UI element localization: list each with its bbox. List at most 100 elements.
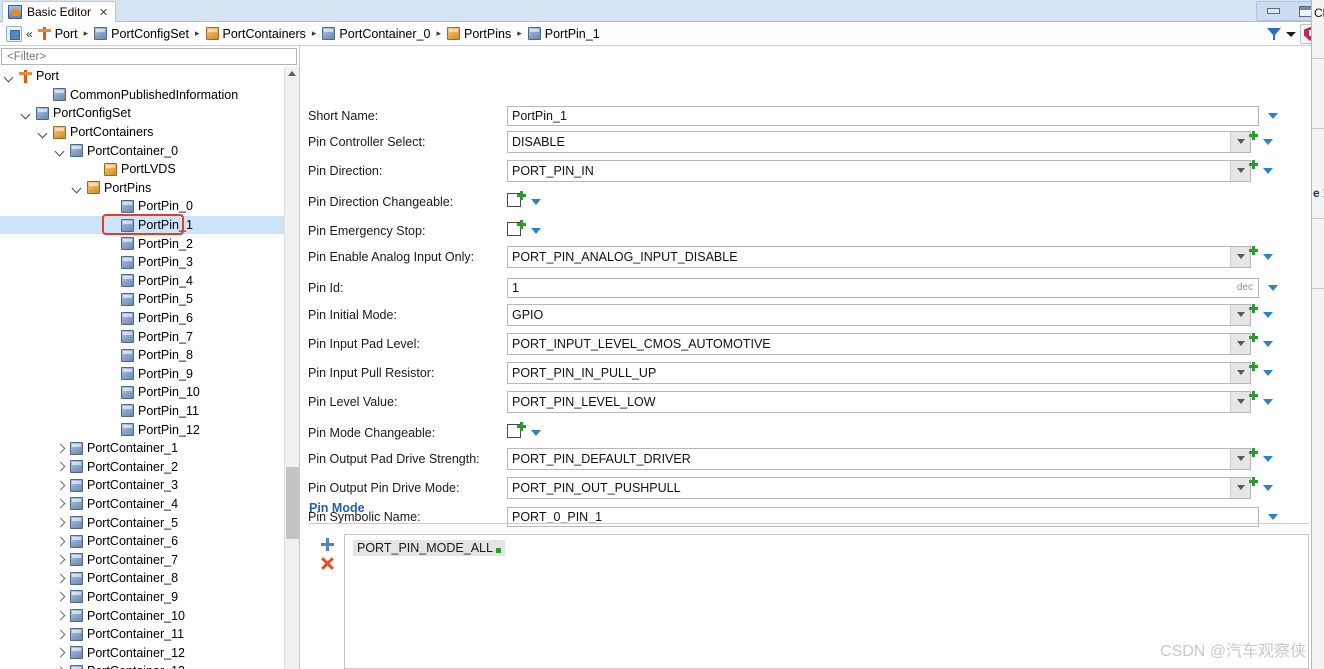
- field-menu-icon[interactable]: [531, 227, 541, 234]
- dropdown-select[interactable]: PORT_PIN_LEVEL_LOW: [507, 390, 1251, 413]
- filter-icon[interactable]: [1266, 27, 1282, 41]
- chevron-right-icon[interactable]: [55, 629, 66, 640]
- chevron-right-icon[interactable]: [55, 536, 66, 547]
- chevron-down-icon[interactable]: [1230, 448, 1250, 469]
- tree-item-portpin_9[interactable]: PortPin_9: [0, 365, 284, 384]
- tree-item-portpin_8[interactable]: PortPin_8: [0, 346, 284, 365]
- chevron-down-icon[interactable]: [72, 182, 83, 193]
- chevron-down-icon[interactable]: [1230, 477, 1250, 498]
- tree-item-portpin_3[interactable]: PortPin_3: [0, 253, 284, 272]
- chevron-down-icon[interactable]: [1230, 391, 1250, 412]
- dropdown-select[interactable]: GPIO: [507, 303, 1251, 326]
- tree-item-portconfigset[interactable]: PortConfigSet: [0, 104, 284, 123]
- tree-item-portcontainer_6[interactable]: PortContainer_6: [0, 532, 284, 551]
- tree-item-portcontainer_8[interactable]: PortContainer_8: [0, 569, 284, 588]
- chevron-right-icon[interactable]: [55, 573, 66, 584]
- chevron-down-icon[interactable]: [55, 145, 66, 156]
- field-menu-icon[interactable]: [1263, 398, 1273, 405]
- field-menu-icon[interactable]: [1263, 369, 1273, 376]
- scroll-up-icon[interactable]: [288, 71, 296, 76]
- dropdown-select[interactable]: PORT_PIN_IN: [507, 159, 1251, 182]
- tree-item-portpins[interactable]: PortPins: [0, 179, 284, 198]
- tree-item-port[interactable]: Port: [0, 67, 284, 86]
- tree-item-portpin_1[interactable]: PortPin_1: [0, 215, 284, 235]
- field-menu-icon[interactable]: [531, 429, 541, 436]
- chevron-right-icon[interactable]: [55, 498, 66, 509]
- text-input[interactable]: PortPin_1: [507, 105, 1259, 126]
- chevron-right-icon[interactable]: [55, 610, 66, 621]
- tree-item-portlvds[interactable]: PortLVDS: [0, 160, 284, 179]
- chevron-down-icon[interactable]: [1230, 246, 1250, 267]
- scrollbar-thumb[interactable]: [286, 467, 299, 539]
- dropdown-select[interactable]: PORT_PIN_ANALOG_INPUT_DISABLE: [507, 245, 1251, 268]
- dropdown-select[interactable]: PORT_INPUT_LEVEL_CMOS_AUTOMOTIVE: [507, 332, 1251, 355]
- tree-item-portcontainers[interactable]: PortContainers: [0, 123, 284, 142]
- tree-item-portcontainer_7[interactable]: PortContainer_7: [0, 550, 284, 569]
- minimize-icon[interactable]: [1266, 8, 1280, 14]
- chevron-down-icon[interactable]: [38, 127, 49, 138]
- list-item[interactable]: PORT_PIN_MODE_ALL: [353, 540, 505, 556]
- chevron-right-icon[interactable]: [55, 461, 66, 472]
- dropdown-select[interactable]: DISABLE: [507, 130, 1251, 153]
- chevron-down-icon[interactable]: [1230, 362, 1250, 383]
- field-menu-icon[interactable]: [1263, 455, 1273, 462]
- breadcrumb-item-portpins[interactable]: PortPins: [446, 27, 511, 41]
- tree-item-portcontainer_2[interactable]: PortContainer_2: [0, 457, 284, 476]
- breadcrumb-item-portcontainer_0[interactable]: PortContainer_0: [322, 27, 430, 41]
- tree-item-portpin_11[interactable]: PortPin_11: [0, 402, 284, 421]
- model-tree[interactable]: Port CommonPublishedInformation PortConfig…: [0, 67, 284, 669]
- text-input[interactable]: 1 dec: [507, 277, 1259, 298]
- tree-item-portpin_5[interactable]: PortPin_5: [0, 290, 284, 309]
- field-menu-icon[interactable]: [1268, 112, 1278, 119]
- tree-scrollbar[interactable]: [284, 67, 299, 669]
- maximize-icon[interactable]: [1298, 5, 1312, 17]
- breadcrumb-item-portpin_1[interactable]: PortPin_1: [527, 27, 600, 41]
- tree-item-portcontainer_12[interactable]: PortContainer_12: [0, 643, 284, 662]
- breadcrumb-home-icon[interactable]: [6, 25, 22, 42]
- tree-item-portcontainer_11[interactable]: PortContainer_11: [0, 625, 284, 644]
- chevron-right-icon[interactable]: [55, 480, 66, 491]
- chevron-down-icon[interactable]: [21, 108, 32, 119]
- chevron-down-icon[interactable]: [1230, 304, 1250, 325]
- breadcrumb-item-portconfigset[interactable]: PortConfigSet: [94, 27, 189, 41]
- chevron-down-icon[interactable]: [4, 71, 15, 82]
- chevron-right-icon[interactable]: [55, 591, 66, 602]
- breadcrumb-collapse-icon[interactable]: «: [26, 27, 33, 41]
- tree-item-portpin_10[interactable]: PortPin_10: [0, 383, 284, 402]
- breadcrumb-item-portcontainers[interactable]: PortContainers: [205, 27, 306, 41]
- chevron-right-icon[interactable]: [55, 443, 66, 454]
- add-icon[interactable]: [321, 538, 334, 551]
- tree-item-portpin_7[interactable]: PortPin_7: [0, 327, 284, 346]
- checkbox[interactable]: [507, 222, 521, 236]
- delete-x-icon[interactable]: [321, 557, 334, 570]
- chevron-right-icon[interactable]: [55, 647, 66, 658]
- chevron-down-icon[interactable]: [1230, 160, 1250, 181]
- tree-item-portpin_2[interactable]: PortPin_2: [0, 234, 284, 253]
- field-menu-icon[interactable]: [531, 198, 541, 205]
- breadcrumb-item-port[interactable]: Port: [37, 27, 78, 41]
- tree-item-portcontainer_4[interactable]: PortContainer_4: [0, 495, 284, 514]
- field-menu-icon[interactable]: [1263, 253, 1273, 260]
- field-menu-icon[interactable]: [1263, 138, 1273, 145]
- chevron-down-icon[interactable]: [1230, 131, 1250, 152]
- field-menu-icon[interactable]: [1263, 311, 1273, 318]
- search-input[interactable]: [5, 49, 296, 64]
- dropdown-select[interactable]: PORT_PIN_IN_PULL_UP: [507, 361, 1251, 384]
- field-menu-icon[interactable]: [1263, 484, 1273, 491]
- tree-item-portcontainer_1[interactable]: PortContainer_1: [0, 439, 284, 458]
- field-menu-icon[interactable]: [1268, 284, 1278, 291]
- right-side-panel[interactable]: Cla e 1: [1311, 0, 1324, 669]
- tree-item-portpin_0[interactable]: PortPin_0: [0, 197, 284, 216]
- tree-item-portcontainer_5[interactable]: PortContainer_5: [0, 513, 284, 532]
- tree-item-portpin_12[interactable]: PortPin_12: [0, 420, 284, 439]
- chevron-down-icon[interactable]: [1230, 333, 1250, 354]
- chevron-right-icon[interactable]: [55, 554, 66, 565]
- tree-item-portcontainer_10[interactable]: PortContainer_10: [0, 606, 284, 625]
- tree-item-commonpublishedinformation[interactable]: CommonPublishedInformation: [0, 86, 284, 105]
- close-icon[interactable]: ✕: [99, 6, 108, 19]
- field-menu-icon[interactable]: [1268, 513, 1278, 520]
- checkbox[interactable]: [507, 424, 521, 438]
- field-menu-icon[interactable]: [1263, 167, 1273, 174]
- field-menu-icon[interactable]: [1263, 340, 1273, 347]
- tree-filter-box[interactable]: [1, 48, 297, 65]
